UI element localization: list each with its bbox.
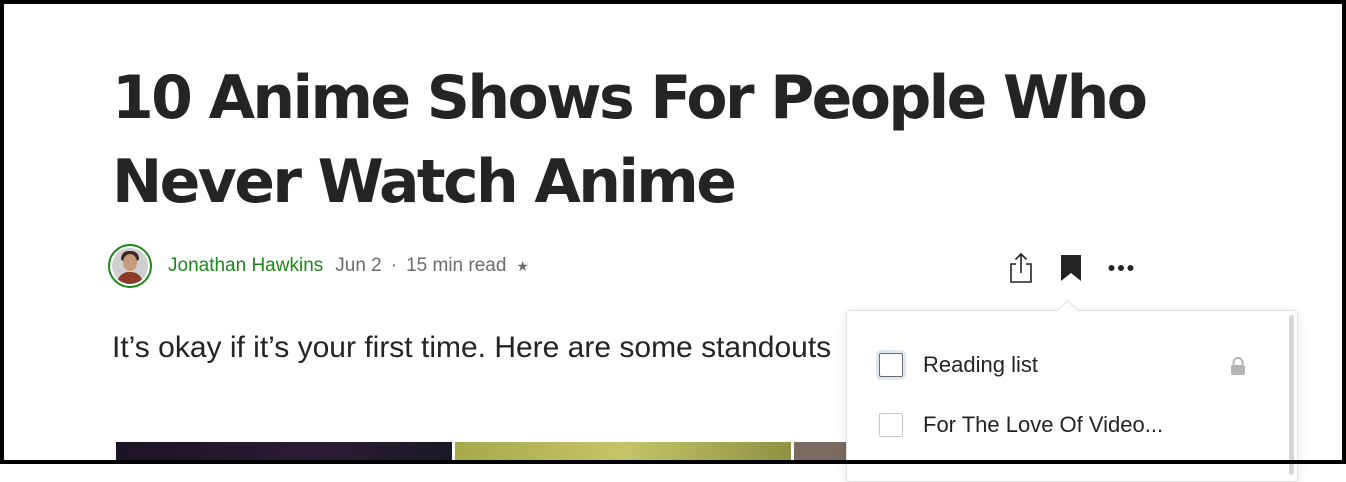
save-to-list-popover: Reading list For The Love Of Video...: [846, 310, 1298, 482]
bookmark-filled-icon: [1061, 255, 1081, 281]
author-name-link[interactable]: Jonathan Hawkins: [168, 255, 323, 277]
reading-list-checkbox[interactable]: [879, 353, 903, 377]
share-icon: [1010, 252, 1032, 283]
lock-icon: [1231, 357, 1245, 375]
more-button[interactable]: [1104, 249, 1138, 287]
list-item-video-games[interactable]: For The Love Of Video...: [879, 410, 1259, 440]
member-star-icon: ★: [516, 257, 529, 274]
publish-date: Jun 2: [335, 255, 382, 276]
list-label: Reading list: [923, 352, 1038, 377]
list-item-reading-list[interactable]: Reading list: [879, 350, 1259, 380]
save-button[interactable]: [1054, 249, 1088, 287]
share-button[interactable]: [1004, 249, 1038, 287]
popup-scrollbar[interactable]: [1289, 315, 1294, 475]
byline: Jonathan Hawkins Jun 2 · 15 min read ★: [108, 240, 708, 292]
hero-image: [116, 442, 854, 464]
more-horizontal-icon: [1108, 265, 1134, 271]
avatar-photo: [112, 248, 148, 284]
article-actions: [1004, 248, 1138, 288]
author-avatar[interactable]: [108, 244, 152, 288]
article-meta: Jun 2 · 15 min read ★: [335, 255, 529, 277]
meta-separator: ·: [390, 255, 398, 276]
read-time: 15 min read: [406, 255, 507, 276]
article-subtitle: It’s okay if it’s your first time. Here …: [112, 331, 832, 364]
article-title: 10 Anime Shows For People Who Never Watc…: [112, 63, 1148, 217]
list-label: For The Love Of Video...: [923, 412, 1164, 437]
video-list-checkbox[interactable]: [879, 413, 903, 437]
